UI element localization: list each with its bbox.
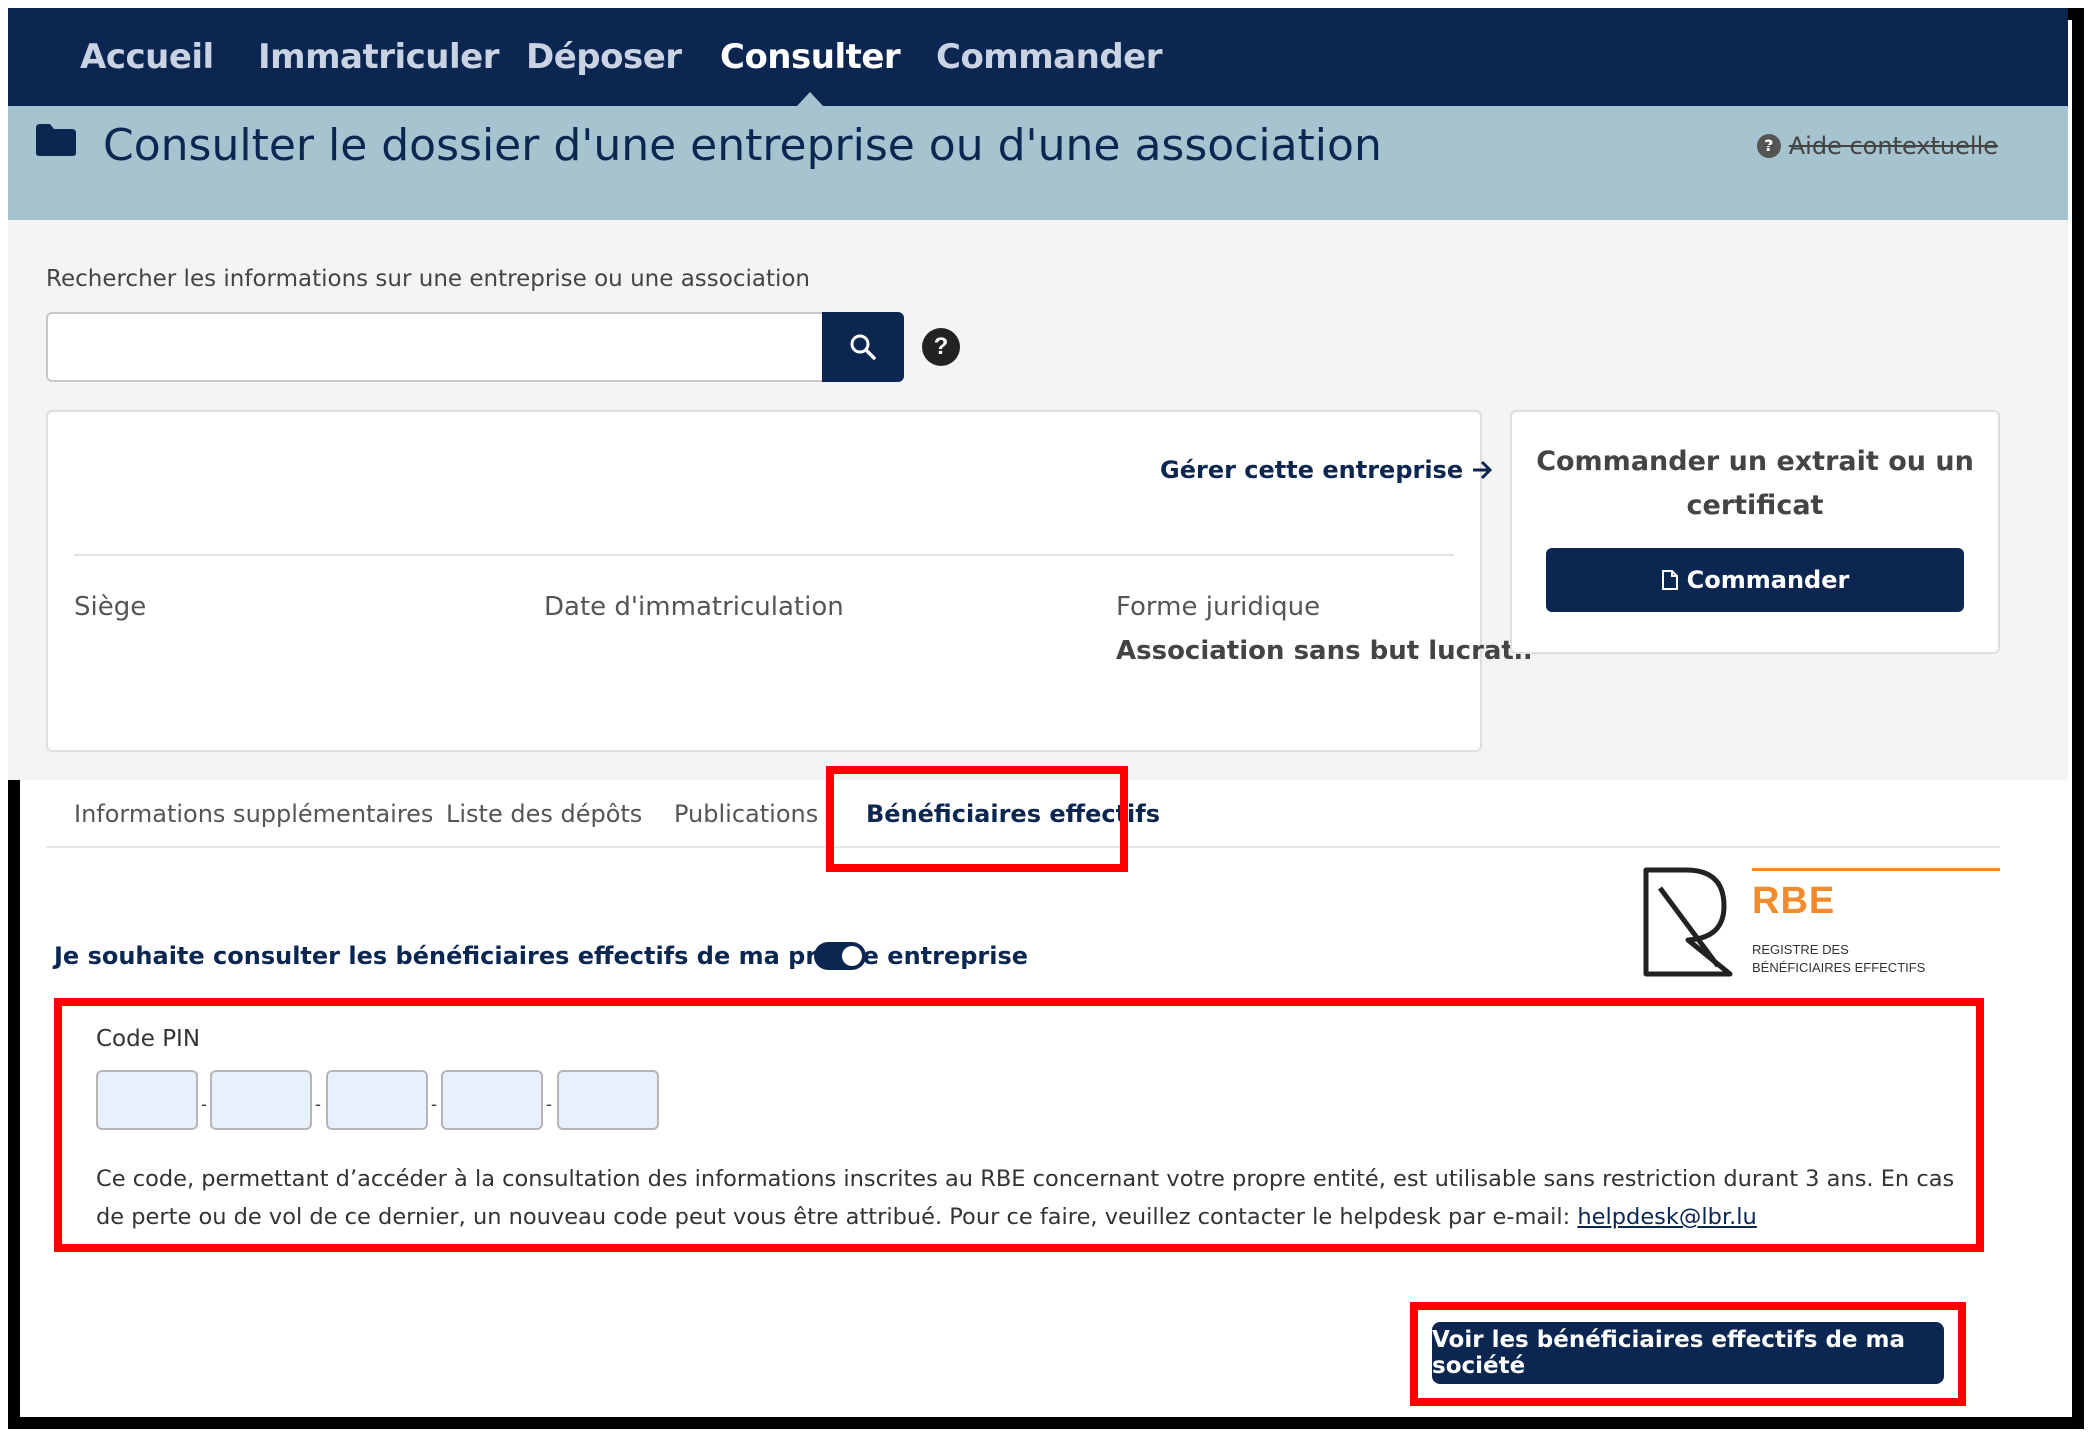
question-circle-icon: ? [1756,134,1781,158]
nav-accueil[interactable]: Accueil [80,8,214,106]
nav-consulter-label: Consulter [720,37,901,77]
nav-commander[interactable]: Commander [936,8,1162,106]
pin-description: Ce code, permettant d’accéder à la consu… [96,1160,1956,1236]
pin-separator: - [546,1094,552,1114]
search-icon [850,334,876,360]
page-title: Consulter le dossier d'une entreprise ou… [103,120,1382,171]
manage-company-label: Gérer cette entreprise [1160,456,1464,484]
pin-input-1[interactable] [96,1070,198,1130]
folder-icon [36,124,76,156]
rbe-logo: RBE REGISTRE DES BÉNÉFICIAIRES EFFECTIFS [1640,866,2000,978]
own-company-toggle[interactable] [814,942,866,970]
field-siege-label: Siège [74,592,147,622]
own-company-label: Je souhaite consulter les bénéficiaires … [54,942,1029,970]
tab-informations[interactable]: Informations supplémentaires [74,800,433,828]
card-divider [74,554,1454,556]
order-card-title: Commander un extrait ou un certificat [1536,446,1974,521]
field-date-label: Date d'immatriculation [544,592,844,622]
nav-immatriculer[interactable]: Immatriculer [258,8,499,106]
rbe-mark-icon [1643,867,1733,977]
search-label: Rechercher les informations sur une entr… [46,266,811,292]
field-forme-value: Association sans but lucratif [1116,636,1535,666]
order-button-label: Commander [1686,566,1850,594]
rbe-accent-line [1752,868,2000,871]
top-navigation: Accueil Immatriculer Déposer Consulter C… [8,8,2068,106]
field-forme-label: Forme juridique [1116,592,1321,622]
pin-input-5[interactable] [557,1070,659,1130]
contextual-help-link[interactable]: ? Aide contextuelle [1756,132,1998,160]
pin-input-2[interactable] [210,1070,312,1130]
rbe-acronym: RBE [1752,880,1836,922]
highlight-tab-box [826,766,1128,872]
search-help-icon[interactable]: ? [922,328,960,366]
toggle-knob [842,946,862,966]
page-header: Consulter le dossier d'une entreprise ou… [8,106,2068,220]
order-button[interactable]: Commander [1546,548,1964,612]
rbe-line1: REGISTRE DES [1752,942,1849,957]
rbe-line2: BÉNÉFICIAIRES EFFECTIFS [1752,960,1926,975]
pin-separator: - [315,1094,321,1114]
pin-input-4[interactable] [441,1070,543,1130]
contextual-help-label: Aide contextuelle [1788,132,1998,160]
active-caret-icon [797,92,824,106]
document-icon [1661,570,1678,590]
pin-separator: - [431,1094,437,1114]
nav-deposer[interactable]: Déposer [526,8,682,106]
arrow-right-icon [1473,460,1493,480]
search-button[interactable] [822,312,904,382]
view-beneficiaries-button[interactable]: Voir les bénéficiaires effectifs de ma s… [1432,1322,1944,1384]
tab-depots[interactable]: Liste des dépôts [446,800,642,828]
manage-company-link[interactable]: Gérer cette entreprise [1160,456,1493,484]
tab-publications[interactable]: Publications [674,800,818,828]
pin-separator: - [201,1094,207,1114]
view-beneficiaries-label: Voir les bénéficiaires effectifs de ma s… [1432,1327,1906,1379]
pin-label: Code PIN [96,1026,201,1052]
helpdesk-email-link[interactable]: helpdesk@lbr.lu [1577,1204,1756,1230]
nav-consulter[interactable]: Consulter [720,8,901,106]
pin-input-3[interactable] [326,1070,428,1130]
search-input[interactable] [46,312,822,382]
